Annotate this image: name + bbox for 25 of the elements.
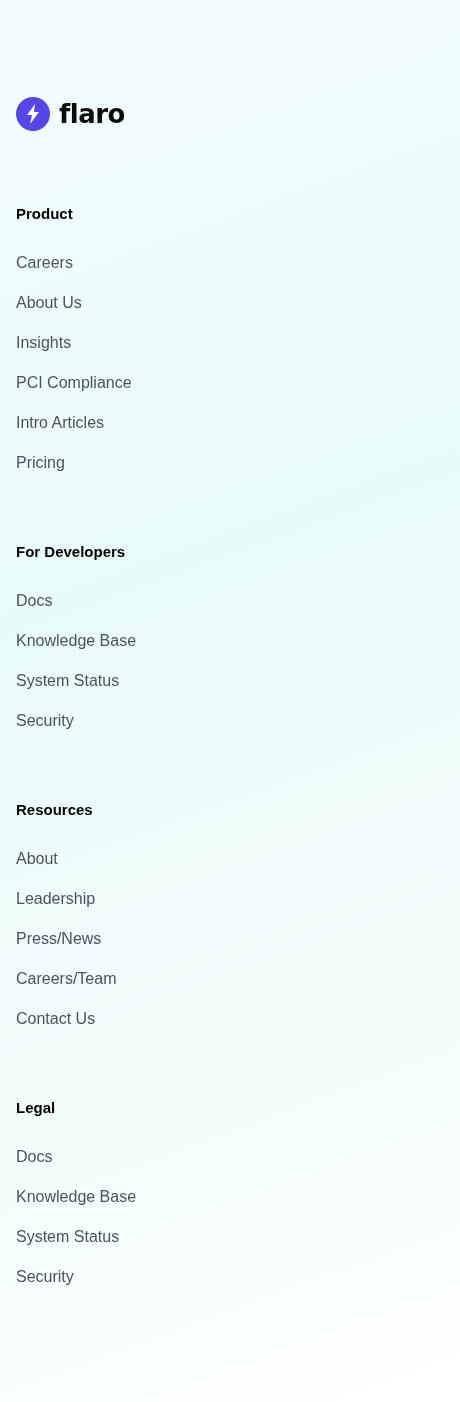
footer-link[interactable]: Insights [16, 333, 72, 353]
footer-link[interactable]: About Us [16, 293, 82, 313]
footer-link[interactable]: Security [16, 711, 74, 731]
section-heading: For Developers [16, 542, 126, 562]
section-heading: Resources [16, 800, 93, 820]
lightning-logo-icon [16, 97, 50, 131]
footer-link[interactable]: Press/News [16, 929, 102, 949]
section-heading: Product [16, 204, 73, 224]
footer-link[interactable]: About [16, 849, 58, 869]
footer-link[interactable]: Careers/Team [16, 969, 117, 989]
footer-link[interactable]: Knowledge Base [16, 631, 137, 651]
footer-link[interactable]: PCI Compliance [16, 373, 132, 393]
footer-link[interactable]: Knowledge Base [16, 1187, 137, 1207]
logo-text: flaro [59, 99, 125, 129]
footer-link[interactable]: Security [16, 1267, 74, 1287]
footer-link[interactable]: Leadership [16, 889, 96, 909]
footer-link[interactable]: Careers [16, 253, 73, 273]
footer-link[interactable]: Docs [16, 591, 53, 611]
section-heading: Legal [16, 1098, 56, 1118]
footer-link[interactable]: System Status [16, 671, 120, 691]
footer-link[interactable]: Pricing [16, 453, 65, 473]
footer-link[interactable]: System Status [16, 1227, 120, 1247]
footer-link[interactable]: Contact Us [16, 1009, 96, 1029]
footer-link[interactable]: Docs [16, 1147, 53, 1167]
footer-link[interactable]: Intro Articles [16, 413, 105, 433]
